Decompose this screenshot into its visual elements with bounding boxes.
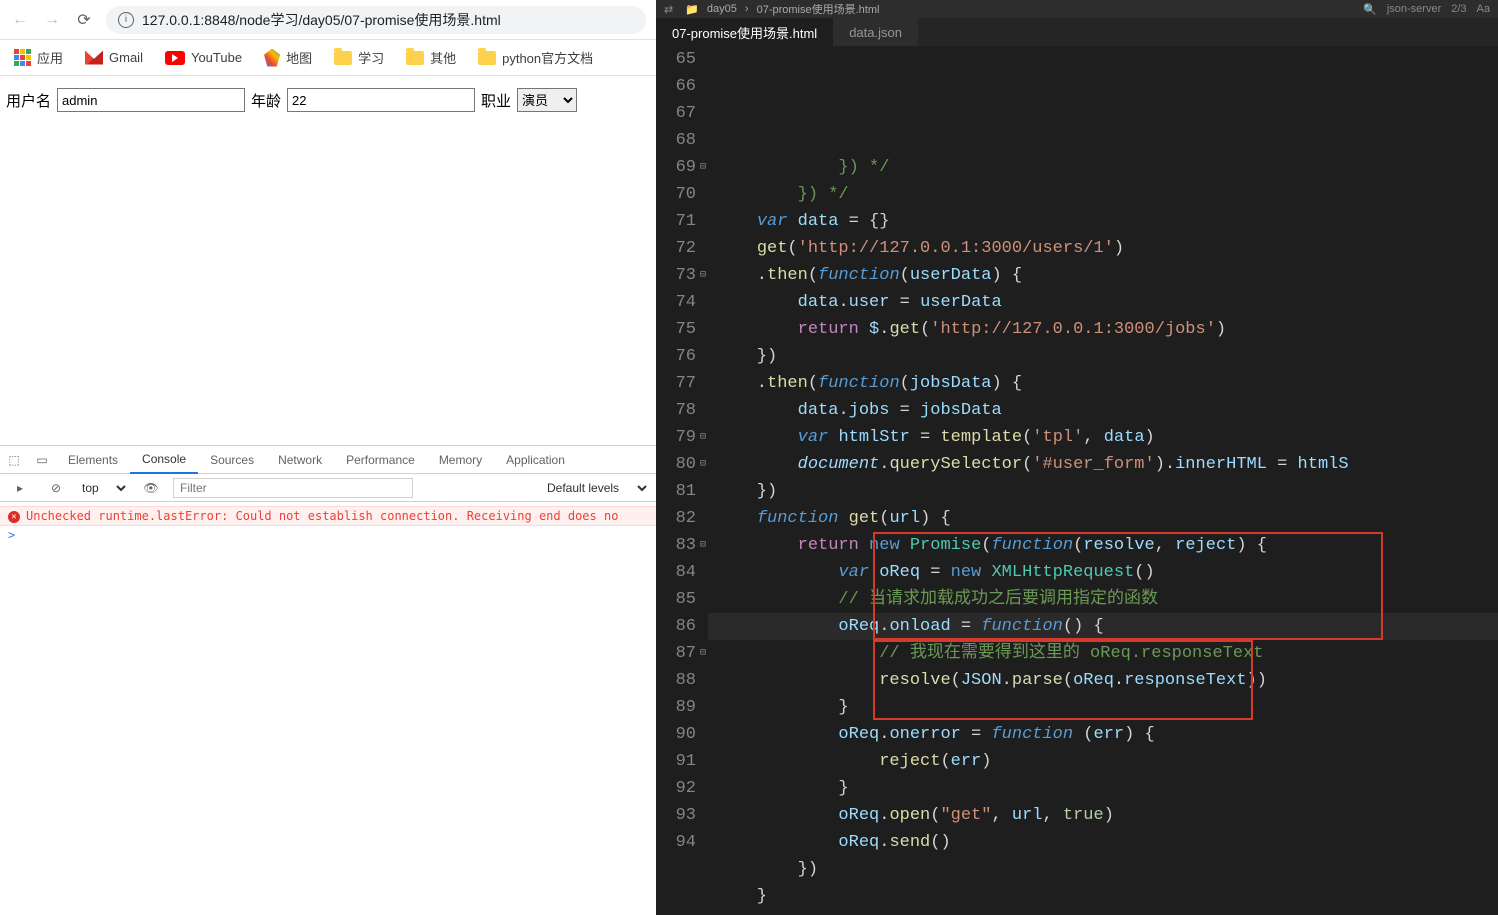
tab-elements[interactable]: Elements xyxy=(56,446,130,474)
editor-tabs: 07-promise使用场景.html data.json xyxy=(656,18,1498,46)
youtube-icon xyxy=(165,51,185,65)
age-field[interactable] xyxy=(287,88,475,112)
console-output: ✕ Unchecked runtime.lastError: Could not… xyxy=(0,502,656,915)
bookmark-label: Gmail xyxy=(109,50,143,65)
editor-window: ⇄ 📁 day05 › 07-promise使用场景.html 🔍 json-s… xyxy=(656,0,1498,915)
maps-icon xyxy=(264,49,280,67)
forward-button[interactable]: → xyxy=(42,10,62,30)
bookmark-study[interactable]: 学习 xyxy=(334,48,384,67)
editor-tab-active[interactable]: 07-promise使用场景.html xyxy=(656,18,833,46)
devtools-tabs: ⬚ ▭ Elements Console Sources Network Per… xyxy=(0,446,656,474)
folder-icon xyxy=(334,51,352,65)
bookmark-python[interactable]: python官方文档 xyxy=(478,48,593,67)
label-job: 职业 xyxy=(481,90,511,111)
inspect-icon[interactable]: ⬚ xyxy=(0,446,28,474)
bookmark-label: 学习 xyxy=(358,48,384,67)
tab-sources[interactable]: Sources xyxy=(198,446,266,474)
breadcrumb-folder: day05 xyxy=(707,3,737,15)
bookmark-maps[interactable]: 地图 xyxy=(264,48,312,67)
folder-icon xyxy=(478,51,496,65)
search-counter: 2/3 xyxy=(1451,3,1466,15)
apps-label: 应用 xyxy=(37,48,63,67)
device-toggle-icon[interactable]: ▭ xyxy=(28,446,56,474)
job-select[interactable]: 演员 xyxy=(517,88,577,112)
page-content: 用户名 年龄 职业 演员 xyxy=(0,76,656,124)
bookmark-label: 地图 xyxy=(286,48,312,67)
label-username: 用户名 xyxy=(6,90,51,111)
code-lines[interactable]: }) */ }) */ var data = {} get('http://12… xyxy=(708,46,1498,915)
apps-shortcut[interactable]: 应用 xyxy=(14,48,63,67)
tab-performance[interactable]: Performance xyxy=(334,446,427,474)
console-filter[interactable] xyxy=(173,478,413,498)
bookmarks-bar: 应用 Gmail YouTube 地图 学习 其他 python官方文档 xyxy=(0,40,656,76)
console-sidebar-icon[interactable]: ▸ xyxy=(6,474,34,502)
console-error-line[interactable]: ✕ Unchecked runtime.lastError: Could not… xyxy=(0,506,656,526)
levels-dropdown[interactable]: Default levels xyxy=(543,480,650,496)
folder-icon xyxy=(406,51,424,65)
tab-application[interactable]: Application xyxy=(494,446,577,474)
editor-tab-datajson[interactable]: data.json xyxy=(833,18,918,46)
error-icon: ✕ xyxy=(8,511,20,523)
editor-top-bar: ⇄ 📁 day05 › 07-promise使用场景.html 🔍 json-s… xyxy=(656,0,1498,18)
bookmark-label: python官方文档 xyxy=(502,48,593,67)
breadcrumb[interactable]: 📁 day05 › 07-promise使用场景.html xyxy=(685,1,879,17)
tab-memory[interactable]: Memory xyxy=(427,446,494,474)
bookmark-youtube[interactable]: YouTube xyxy=(165,50,242,65)
site-info-icon[interactable]: i xyxy=(118,12,134,28)
apps-icon xyxy=(14,49,31,66)
username-field[interactable] xyxy=(57,88,245,112)
search-term: json-server xyxy=(1387,3,1441,15)
url-bar[interactable]: i 127.0.0.1:8848/node学习/day05/07-promise… xyxy=(106,6,646,34)
breadcrumb-file: 07-promise使用场景.html xyxy=(757,1,880,17)
tab-network[interactable]: Network xyxy=(266,446,334,474)
console-toolbar: ▸ ⊘ top 👁 Default levels xyxy=(0,474,656,502)
context-dropdown[interactable]: top xyxy=(78,480,129,496)
line-gutter: 6566676869707172737475767778798081828384… xyxy=(656,46,708,915)
url-text: 127.0.0.1:8848/node学习/day05/07-promise使用… xyxy=(142,10,501,30)
font-icon[interactable]: Aa xyxy=(1477,3,1490,15)
reload-button[interactable]: ⟳ xyxy=(74,10,94,30)
bookmark-other[interactable]: 其他 xyxy=(406,48,456,67)
error-text: Unchecked runtime.lastError: Could not e… xyxy=(26,509,618,523)
eye-icon[interactable]: 👁 xyxy=(137,474,165,502)
label-age: 年龄 xyxy=(251,90,281,111)
bookmark-label: 其他 xyxy=(430,48,456,67)
console-prompt[interactable]: > xyxy=(0,526,656,544)
tab-console[interactable]: Console xyxy=(130,446,198,474)
bookmark-label: YouTube xyxy=(191,50,242,65)
browser-toolbar: ← → ⟳ i 127.0.0.1:8848/node学习/day05/07-p… xyxy=(0,0,656,40)
code-area[interactable]: 6566676869707172737475767778798081828384… xyxy=(656,46,1498,915)
bookmark-gmail[interactable]: Gmail xyxy=(85,50,143,65)
browser-window: ← → ⟳ i 127.0.0.1:8848/node学习/day05/07-p… xyxy=(0,0,656,915)
gmail-icon xyxy=(85,51,103,65)
top-icon: ⇄ xyxy=(664,3,673,16)
back-button[interactable]: ← xyxy=(10,10,30,30)
clear-console-icon[interactable]: ⊘ xyxy=(42,474,70,502)
devtools-panel: ⬚ ▭ Elements Console Sources Network Per… xyxy=(0,445,656,915)
